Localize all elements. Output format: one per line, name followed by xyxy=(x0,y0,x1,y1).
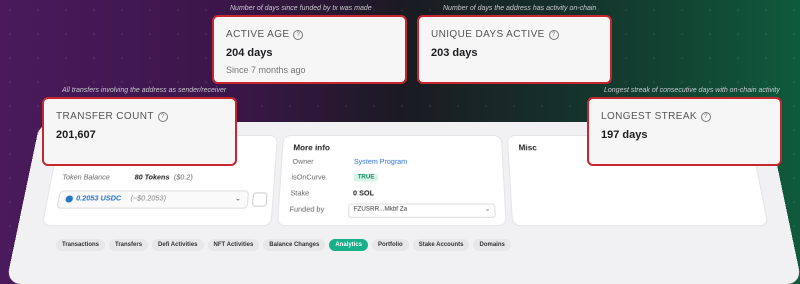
active-age-since: Since 7 months ago xyxy=(226,65,306,75)
transfer-count-callout: TRANSFER COUNT? 201,607 xyxy=(42,97,237,166)
token-select-value: 0.2053 USDC xyxy=(75,195,121,202)
more-info-title: More info xyxy=(293,144,330,153)
unique-days-callout: UNIQUE DAYS ACTIVE? 203 days xyxy=(417,15,612,84)
help-icon[interactable]: ? xyxy=(158,112,168,122)
help-icon[interactable]: ? xyxy=(293,30,303,40)
longest-streak-callout: LONGEST STREAK? 197 days xyxy=(587,97,782,166)
transfer-count-title: TRANSFER COUNT xyxy=(56,111,154,122)
help-icon[interactable]: ? xyxy=(701,112,711,122)
tab-transactions[interactable]: Transactions xyxy=(56,239,105,251)
tab-transfers[interactable]: Transfers xyxy=(109,239,148,251)
tab-defi-activities[interactable]: Defi Activities xyxy=(152,239,203,251)
tab-nft-activities[interactable]: NFT Activities xyxy=(208,239,260,251)
transfer-count-value: 201,607 xyxy=(56,129,96,141)
unique-days-title: UNIQUE DAYS ACTIVE xyxy=(431,29,545,40)
chevron-down-icon: ⌄ xyxy=(235,194,242,202)
unique-days-value: 203 days xyxy=(431,47,477,59)
active-age-value: 204 days xyxy=(226,47,272,59)
active-age-title: ACTIVE AGE xyxy=(226,29,289,40)
funded-label: Funded by xyxy=(289,207,324,214)
active-age-callout: ACTIVE AGE? 204 days Since 7 months ago xyxy=(212,15,407,84)
tab-analytics[interactable]: Analytics xyxy=(329,239,368,251)
more-info-card: More info Owner System Program isOnCurve… xyxy=(277,135,507,226)
owner-label: Owner xyxy=(292,159,313,166)
help-icon[interactable]: ? xyxy=(549,30,559,40)
oncurve-label: isOnCurve xyxy=(291,175,326,182)
tab-stake-accounts[interactable]: Stake Accounts xyxy=(413,239,470,251)
usdc-icon xyxy=(65,195,74,202)
funded-by-select[interactable]: FZUSRR...Mkbf Za ⌄ xyxy=(348,204,496,218)
tab-balance-changes[interactable]: Balance Changes xyxy=(263,239,325,251)
unique-days-caption: Number of days the address has activity … xyxy=(443,5,596,12)
tab-domains[interactable]: Domains xyxy=(473,239,510,251)
oncurve-badge: TRUE xyxy=(353,174,378,182)
longest-streak-title: LONGEST STREAK xyxy=(601,111,697,122)
token-balance-value: 80 Tokens xyxy=(134,175,170,182)
stake-label: Stake xyxy=(290,190,309,197)
token-balance-usd: ($0.2) xyxy=(173,175,193,182)
chevron-down-icon: ⌄ xyxy=(485,206,491,213)
tab-bar: Transactions Transfers Defi Activities NFT … xyxy=(56,239,511,251)
tab-portfolio[interactable]: Portfolio xyxy=(372,239,409,251)
wallet-icon[interactable] xyxy=(252,192,268,206)
funded-by-value: FZUSRR...Mkbf Za xyxy=(353,207,407,213)
token-select[interactable]: 0.2053 USDC (~$0.2053) ⌄ xyxy=(56,190,249,208)
active-age-caption: Number of days since funded by tx was ma… xyxy=(230,5,372,12)
longest-streak-value: 197 days xyxy=(601,129,647,141)
transfer-count-caption: All transfers involving the address as s… xyxy=(62,87,226,94)
misc-title: Misc xyxy=(518,144,537,153)
longest-streak-caption: Longest streak of consecutive days with … xyxy=(604,87,780,94)
token-select-usd: (~$0.2053) xyxy=(130,195,167,202)
stake-value: 0 SOL xyxy=(353,190,374,197)
token-balance-label: Token Balance xyxy=(62,175,111,182)
owner-link[interactable]: System Program xyxy=(354,159,407,166)
